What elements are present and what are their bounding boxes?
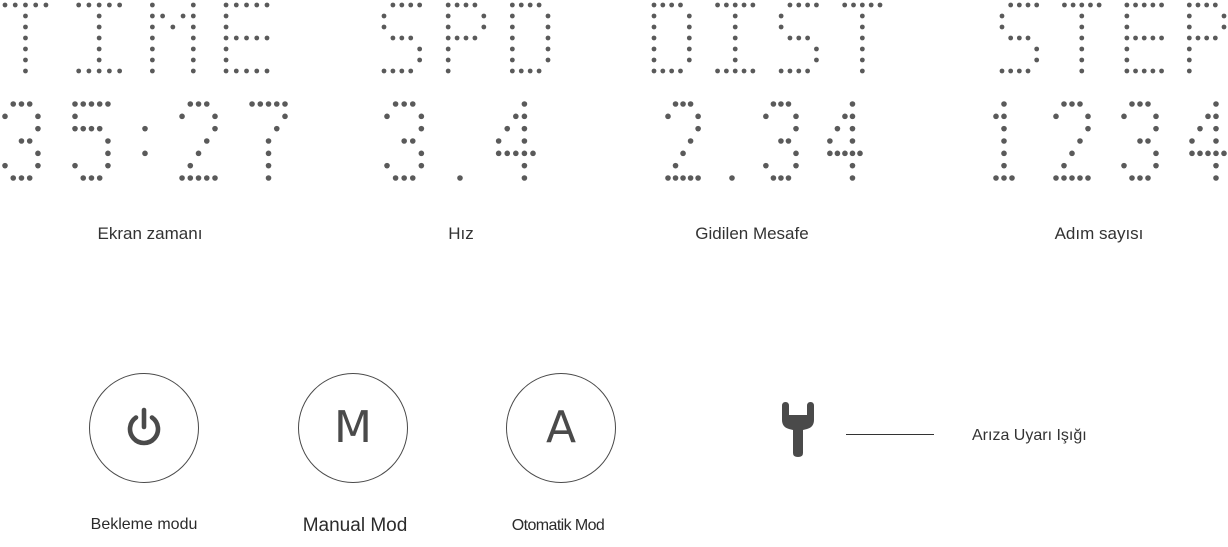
dot-char [381, 2, 423, 74]
dot-char [1121, 101, 1159, 181]
dot-char [651, 2, 692, 74]
auto-mode-button[interactable]: A [506, 373, 616, 483]
dot-char [778, 2, 819, 74]
dot-char [149, 2, 196, 74]
dot-char [72, 101, 111, 181]
dot-char [2, 2, 49, 74]
dot-char [715, 2, 756, 74]
time-caption: Ekran zamanı [97, 224, 203, 243]
dot-char [999, 2, 1040, 74]
dot-char [1053, 101, 1091, 181]
dot-char [384, 101, 425, 181]
fault-warning-label: Arıza Uyarı Işığı [972, 427, 1087, 444]
dot-char [2, 101, 41, 181]
dot-char [495, 101, 536, 181]
dot-matrix-display [2, 2, 1227, 181]
letter-a-icon: A [545, 402, 577, 453]
dot-char [445, 2, 487, 74]
auto-mode-label: Otomatik Mod [511, 517, 605, 534]
dot-char [509, 2, 551, 74]
manual-mode-label: Manual Mod [302, 515, 408, 536]
letter-m-icon: M [334, 402, 372, 453]
steps-header [999, 2, 1227, 74]
fault-leader-line [846, 434, 934, 435]
speed-value [384, 101, 536, 181]
dot-char [249, 101, 288, 181]
dot-char [763, 101, 799, 181]
time-value [2, 101, 288, 181]
dot-char [1189, 101, 1227, 181]
dot-char [827, 101, 863, 181]
speed-caption: Hız [448, 224, 474, 243]
manual-mode-button[interactable]: M [298, 373, 408, 483]
steps-caption: Adım sayısı [1054, 224, 1144, 243]
power-icon [127, 407, 161, 446]
dot-char [179, 101, 218, 181]
wrench-icon [782, 402, 814, 457]
dot-char [1124, 2, 1164, 74]
dot-char [457, 175, 463, 181]
dot-char [993, 101, 1015, 181]
dot-char [1186, 2, 1227, 74]
distance-header [651, 2, 883, 74]
standby-button[interactable] [89, 373, 199, 483]
distance-value [665, 101, 863, 181]
dot-char [223, 2, 270, 74]
time-header [2, 2, 270, 74]
dot-char [665, 101, 701, 181]
dot-char [1062, 2, 1102, 74]
dot-char [142, 125, 148, 157]
distance-caption: Gidilen Mesafe [695, 224, 809, 243]
dot-char [842, 2, 883, 74]
dot-char [76, 2, 123, 74]
dot-char [729, 175, 735, 181]
speed-header [381, 2, 551, 74]
standby-label: Bekleme modu [90, 516, 198, 533]
steps-value [993, 101, 1227, 181]
